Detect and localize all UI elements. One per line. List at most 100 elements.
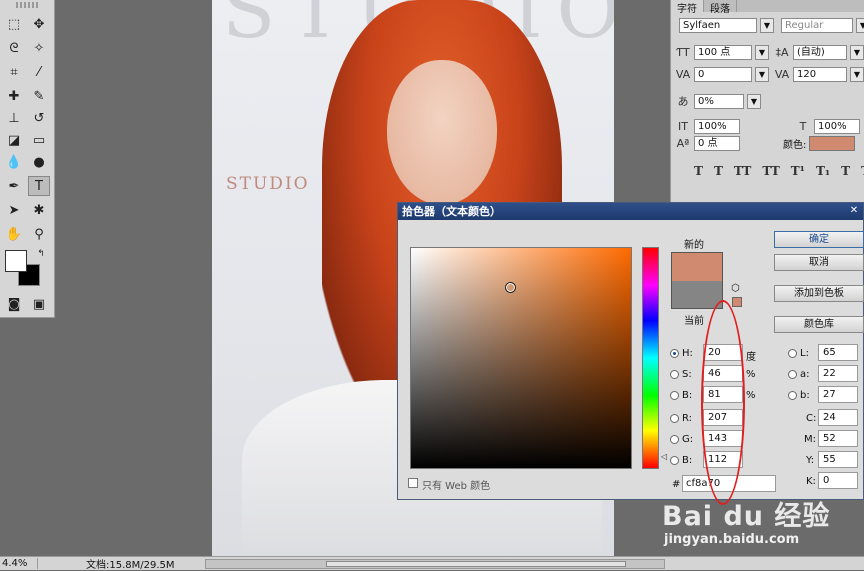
leading-field[interactable]: (自动) [793, 45, 847, 60]
crop-tool-icon[interactable]: ⌗ [3, 62, 25, 82]
kerning-field[interactable]: 0 [694, 67, 752, 82]
blue-radio[interactable] [670, 456, 679, 465]
yellow-label: Y: [806, 455, 815, 466]
dialog-title: 拾色器（文本颜色） [398, 203, 863, 220]
zoom-tool-icon[interactable]: ⚲ [28, 224, 50, 244]
green-radio[interactable] [670, 435, 679, 444]
panel-grip[interactable] [16, 2, 38, 8]
saturation-unit: % [746, 369, 756, 380]
magenta-field[interactable]: 52 [818, 430, 858, 447]
font-family-field[interactable]: Sylfaen [679, 18, 757, 33]
baseline-percent-dropdown[interactable]: ▼ [747, 93, 761, 109]
gradient-tool-icon[interactable]: ▭ [28, 130, 50, 150]
lab-a-radio[interactable] [788, 370, 797, 379]
color-libraries-button[interactable]: 颜色库 [774, 316, 864, 333]
red-annotation-ellipse [701, 300, 745, 505]
baseline-shift-field[interactable]: 0 点 [694, 136, 740, 151]
faux-bold-button[interactable]: T [694, 164, 703, 178]
brightness-radio[interactable] [670, 391, 679, 400]
vertical-scale-field[interactable]: 100% [694, 119, 740, 134]
faux-italic-button[interactable]: T [714, 164, 723, 178]
stamp-tool-icon[interactable]: ⊥ [3, 108, 25, 128]
tab-paragraph[interactable]: 段落 [704, 0, 737, 15]
tracking-field[interactable]: 120 [793, 67, 847, 82]
superscript-button[interactable]: T¹ [791, 164, 805, 178]
eyedropper-tool-icon[interactable]: ⁄ [28, 62, 50, 82]
blur-tool-icon[interactable]: 💧 [3, 152, 25, 172]
ok-button[interactable]: 确定 [774, 231, 864, 248]
lab-l-field[interactable]: 65 [818, 344, 858, 361]
red-radio[interactable] [670, 414, 679, 423]
add-to-swatches-button[interactable]: 添加到色板 [774, 285, 864, 302]
eraser-tool-icon[interactable]: ◪ [3, 130, 25, 150]
healing-brush-tool-icon[interactable]: ✚ [3, 86, 25, 106]
kerning-dropdown[interactable]: ▼ [755, 67, 769, 82]
horizontal-scrollbar[interactable] [205, 559, 665, 569]
photo-face [387, 60, 497, 205]
brightness-unit: % [746, 390, 756, 401]
color-picker-ring[interactable] [505, 282, 516, 293]
text-color-swatch[interactable] [809, 136, 856, 151]
studio-text-layer[interactable]: STUDIO [226, 174, 310, 194]
font-size-dropdown[interactable]: ▼ [755, 45, 769, 60]
magic-wand-tool-icon[interactable]: ✧ [28, 38, 50, 58]
path-selection-tool-icon[interactable]: ➤ [3, 200, 25, 220]
lab-b-field[interactable]: 27 [818, 386, 858, 403]
brush-tool-icon[interactable]: ✎ [28, 86, 50, 106]
type-tool-icon[interactable]: T [28, 176, 50, 196]
lab-b-radio[interactable] [788, 391, 797, 400]
cyan-label: C: [806, 413, 817, 424]
saturation-brightness-field[interactable] [410, 247, 632, 469]
out-of-gamut-cube-icon[interactable]: ⬡ [731, 283, 740, 294]
lasso-tool-icon[interactable]: ᘓ [3, 38, 25, 58]
font-size-field[interactable]: 100 点 [694, 45, 752, 60]
hue-radio[interactable] [670, 349, 679, 358]
cancel-button[interactable]: 取消 [774, 254, 864, 271]
font-family-dropdown[interactable]: ▼ [760, 18, 774, 33]
leading-dropdown[interactable]: ▼ [850, 45, 864, 60]
yellow-field[interactable]: 55 [818, 451, 858, 468]
font-style-field[interactable]: Regular [781, 18, 853, 33]
hue-slider[interactable] [642, 247, 659, 469]
marquee-tool-icon[interactable]: ⬚ [3, 14, 25, 34]
tracking-dropdown[interactable]: ▼ [850, 67, 864, 82]
black-field[interactable]: 0 [818, 472, 858, 489]
dodge-tool-icon[interactable]: ● [28, 152, 50, 172]
custom-shape-tool-icon[interactable]: ✱ [28, 200, 50, 220]
small-caps-button[interactable]: TT [762, 164, 779, 178]
foreground-color-swatch[interactable] [5, 250, 27, 272]
lab-a-label: a: [800, 369, 810, 380]
close-icon[interactable]: ✕ [847, 205, 861, 217]
leading-icon: ‡A [775, 46, 789, 59]
web-colors-only-checkbox[interactable] [408, 478, 418, 488]
pen-tool-icon[interactable]: ✒ [3, 176, 25, 196]
screen-mode-icon[interactable]: ▣ [28, 294, 50, 314]
font-style-dropdown[interactable]: ▼ [856, 18, 864, 33]
lab-a-field[interactable]: 22 [818, 365, 858, 382]
magenta-label: M: [804, 434, 816, 445]
underline-button[interactable]: T [841, 164, 850, 178]
saturation-radio[interactable] [670, 370, 679, 379]
move-tool-icon[interactable]: ✥ [28, 14, 50, 34]
tracking-icon: VA [774, 68, 790, 81]
hue-slider-arrow-icon[interactable]: ◁ [661, 452, 667, 461]
web-safe-color-swatch[interactable] [732, 297, 742, 307]
document-info[interactable]: 文档:15.8M/29.5M [86, 556, 175, 571]
history-brush-tool-icon[interactable]: ↺ [28, 108, 50, 128]
hand-tool-icon[interactable]: ✋ [3, 224, 25, 244]
lab-l-radio[interactable] [788, 349, 797, 358]
font-size-icon: ƬT [676, 46, 690, 59]
tab-character[interactable]: 字符 [671, 0, 704, 15]
all-caps-button[interactable]: TT [734, 164, 751, 178]
scrollbar-thumb[interactable] [326, 561, 626, 567]
new-color-swatch [671, 252, 723, 281]
zoom-level[interactable]: 4.4% [0, 558, 38, 569]
baseline-percent-field[interactable]: 0% [694, 93, 744, 109]
subscript-button[interactable]: T₁ [816, 164, 830, 178]
saturation-label: S: [682, 369, 692, 380]
swap-colors-icon[interactable]: ↰ [30, 244, 52, 264]
cyan-field[interactable]: 24 [818, 409, 858, 426]
horizontal-scale-field[interactable]: 100% [814, 119, 860, 134]
current-color-label: 当前 [684, 316, 704, 327]
quick-mask-icon[interactable]: ◙ [3, 294, 25, 314]
